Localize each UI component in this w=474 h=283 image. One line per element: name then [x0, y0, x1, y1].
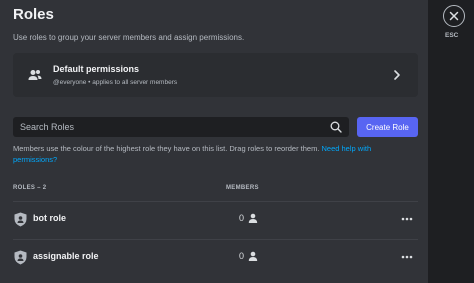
search-box [13, 117, 349, 137]
default-permissions-description: @everyone • applies to all server member… [53, 79, 178, 86]
close-icon [449, 11, 459, 21]
esc-label: ESC [445, 32, 459, 39]
more-options-button[interactable] [396, 208, 418, 230]
members-icon [28, 70, 42, 80]
page-subtitle: Use roles to group your server members a… [13, 33, 245, 42]
member-count: 0 [239, 251, 245, 261]
roles-panel: Roles Use roles to group your server mem… [0, 0, 428, 283]
person-icon [248, 213, 258, 223]
default-permissions-card[interactable]: Default permissions @everyone • applies … [13, 53, 418, 97]
create-role-button[interactable]: Create Role [357, 117, 418, 137]
role-row[interactable]: bot role 0 [13, 201, 418, 235]
more-options-button[interactable] [396, 246, 418, 268]
help-description: Members use the colour of the highest ro… [13, 144, 320, 153]
search-icon[interactable] [330, 121, 342, 133]
member-count: 0 [239, 213, 245, 223]
person-icon [248, 251, 258, 261]
default-permissions-title: Default permissions [53, 64, 140, 74]
roles-column-header: ROLES – 2 [13, 185, 47, 191]
more-icon [401, 255, 413, 259]
more-icon [401, 217, 413, 221]
chevron-right-icon [394, 70, 400, 80]
role-row[interactable]: assignable role 0 [13, 239, 418, 273]
shield-icon [14, 250, 27, 265]
role-name: bot role [33, 213, 66, 223]
shield-icon [14, 212, 27, 227]
close-button[interactable] [443, 5, 465, 27]
search-input[interactable] [13, 117, 323, 137]
members-column-header: MEMBERS [226, 185, 259, 191]
page-title: Roles [13, 6, 54, 23]
role-name: assignable role [33, 251, 99, 261]
help-text: Members use the colour of the highest ro… [13, 143, 413, 165]
